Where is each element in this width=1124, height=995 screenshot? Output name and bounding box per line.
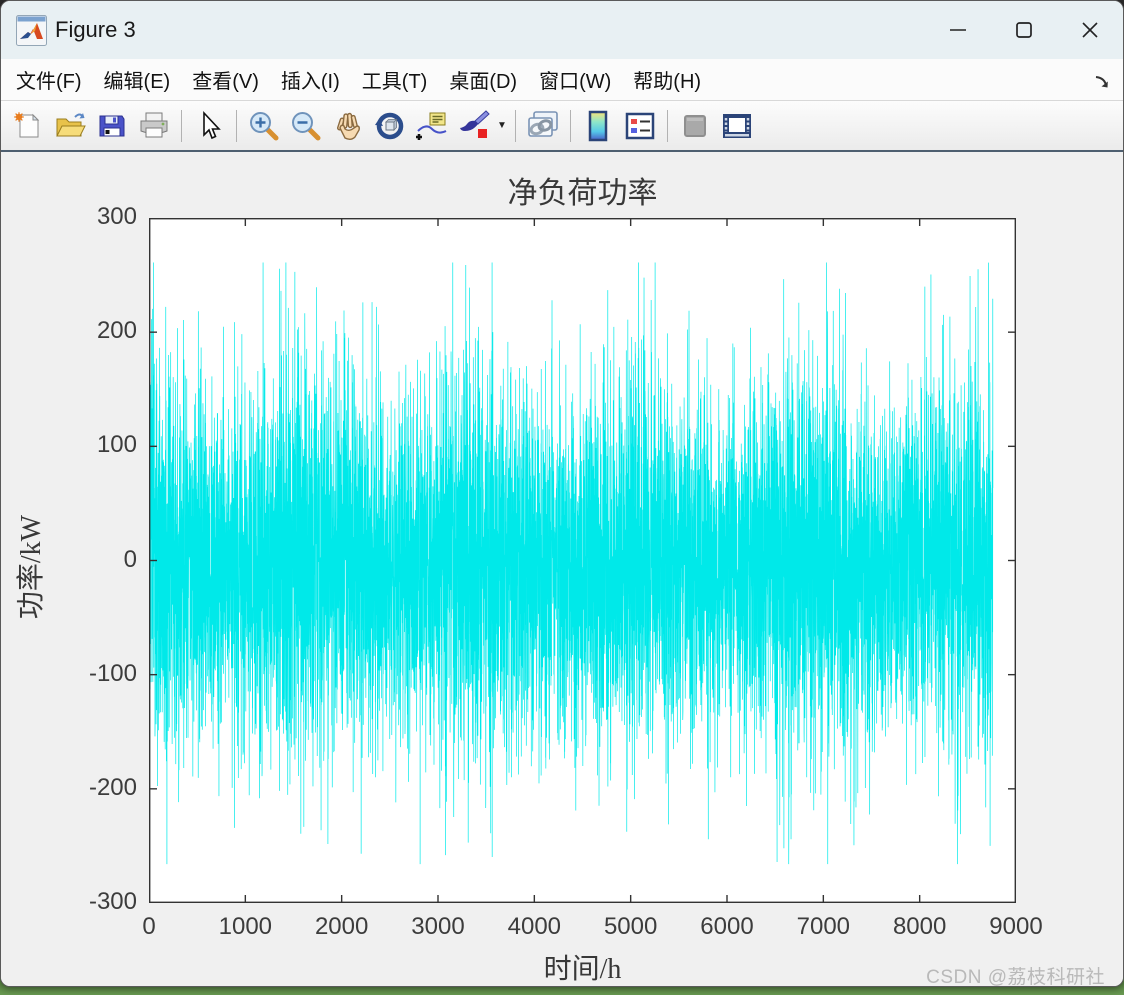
y-tick-label: -200 xyxy=(88,773,137,801)
x-tick-label: 0 xyxy=(142,913,156,940)
pan-button[interactable] xyxy=(327,106,369,146)
close-button[interactable] xyxy=(1057,7,1123,53)
minimize-icon xyxy=(950,29,966,31)
x-tick-label: 9000 xyxy=(989,913,1043,940)
brush-button[interactable] xyxy=(453,106,495,146)
brush-dropdown-arrow[interactable]: ▼ xyxy=(495,106,509,146)
toolbar-separator xyxy=(570,109,571,142)
pan-hand-icon xyxy=(337,112,360,140)
open-file-icon xyxy=(56,112,86,136)
watermark: CSDN @荔枝科研社 xyxy=(926,967,1105,987)
data-cursor-button[interactable] xyxy=(411,106,453,146)
x-tick-label: 6000 xyxy=(700,913,754,940)
minimize-button[interactable] xyxy=(925,7,991,53)
edit-plot-button[interactable] xyxy=(188,106,230,146)
chart-svg xyxy=(149,218,1016,903)
colorbar-icon xyxy=(588,110,608,141)
print-figure-icon xyxy=(140,112,168,137)
hide-plot-tools-button xyxy=(674,106,716,146)
x-tick-label: 1000 xyxy=(218,913,273,940)
x-tick-label: 2000 xyxy=(314,913,369,940)
insert-colorbar-button[interactable] xyxy=(577,106,619,146)
plot-title: 净负荷功率 xyxy=(507,177,658,210)
window-controls xyxy=(925,1,1123,59)
dock-figure-icon xyxy=(723,113,751,138)
title-bar: Figure 3 xyxy=(1,1,1123,59)
toolbar-separator xyxy=(515,109,516,142)
open-file-button[interactable] xyxy=(49,106,91,146)
toolbar-separator xyxy=(236,109,237,142)
zoom-in-icon xyxy=(250,111,279,140)
maximize-icon xyxy=(1016,22,1032,38)
series-line xyxy=(149,262,994,865)
rotate-3d-button[interactable] xyxy=(369,106,411,146)
x-tick-label: 7000 xyxy=(796,913,851,940)
x-tick-label: 5000 xyxy=(603,913,658,940)
y-tick-label: 0 xyxy=(123,545,137,573)
dock-figure-button[interactable] xyxy=(716,106,758,146)
plot-area[interactable] xyxy=(149,218,1016,903)
x-tick-label: 3000 xyxy=(411,913,465,940)
legend-icon xyxy=(625,112,655,139)
new-figure-button[interactable] xyxy=(7,106,49,146)
brush-icon xyxy=(460,109,490,138)
y-tick-label: 100 xyxy=(96,431,137,459)
menu-bar: 文件(F) 编辑(E) 查看(V) 插入(I) 工具(T) 桌面(D) 窗口(W… xyxy=(1,59,1123,101)
y-tick-label: 200 xyxy=(96,317,137,345)
y-tick-label: -300 xyxy=(88,888,137,915)
y-tick-label: 300 xyxy=(96,203,137,230)
save-figure-button[interactable] xyxy=(91,106,133,146)
insert-legend-button[interactable] xyxy=(619,106,661,146)
zoom-in-button[interactable] xyxy=(243,106,285,146)
print-figure-button[interactable] xyxy=(133,106,175,146)
x-tick-label: 4000 xyxy=(507,913,562,940)
zoom-out-button[interactable] xyxy=(285,106,327,146)
zoom-out-icon xyxy=(292,111,321,140)
menu-insert[interactable]: 插入(I) xyxy=(270,59,351,100)
new-figure-icon xyxy=(14,111,40,137)
toolbar: ▼ xyxy=(1,101,1123,152)
menu-view[interactable]: 查看(V) xyxy=(181,59,270,100)
x-tick-label: 8000 xyxy=(892,913,947,940)
link-plot-icon xyxy=(528,110,558,137)
data-cursor-icon xyxy=(416,112,447,140)
menu-window[interactable]: 窗口(W) xyxy=(528,59,622,100)
close-icon xyxy=(1082,22,1098,38)
dock-arrow-icon[interactable] xyxy=(1093,71,1113,91)
menu-tools[interactable]: 工具(T) xyxy=(351,59,439,100)
rotate-3d-icon xyxy=(375,112,404,139)
figure-window: Figure 3 文件(F) 编辑(E) 查看(V) 插入(I) 工具(T) 桌… xyxy=(0,0,1124,987)
figure-canvas: 净负荷功率 0 1000 2000 3000 4000 5000 6000 7000 8000 9… xyxy=(1,152,1123,986)
y-axis-label: 功率/kW xyxy=(16,514,47,620)
window-title: Figure 3 xyxy=(55,17,136,42)
menu-help[interactable]: 帮助(H) xyxy=(622,59,712,100)
arrow-cursor-icon xyxy=(203,110,221,139)
link-plot-button[interactable] xyxy=(522,106,564,146)
save-figure-icon xyxy=(99,115,125,136)
menu-file[interactable]: 文件(F) xyxy=(5,59,93,100)
toolbar-separator xyxy=(667,109,668,142)
maximize-button[interactable] xyxy=(991,7,1057,53)
y-tick-label: -100 xyxy=(88,659,137,687)
menu-desktop[interactable]: 桌面(D) xyxy=(438,59,528,100)
hide-plot-tools-icon xyxy=(684,114,706,137)
menu-edit[interactable]: 编辑(E) xyxy=(93,59,182,100)
x-axis-label: 时间/h xyxy=(543,954,622,985)
toolbar-separator xyxy=(181,109,182,142)
matlab-icon xyxy=(16,14,47,46)
